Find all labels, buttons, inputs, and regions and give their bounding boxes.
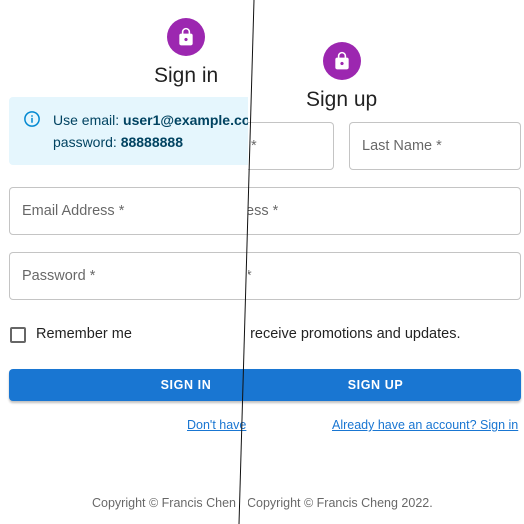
signin-panel: Sign in Use email: user1@example.co pass… xyxy=(0,0,248,524)
signup-avatar xyxy=(323,42,361,80)
remember-me-checkbox[interactable] xyxy=(10,327,26,343)
alert-email-line: Use email: user1@example.co xyxy=(53,112,248,128)
signup-button[interactable]: SIGN UP xyxy=(230,369,521,401)
signup-title: Sign up xyxy=(306,88,378,111)
signin-copyright: Copyright © Francis Chen xyxy=(92,496,236,510)
lock-icon xyxy=(179,27,193,46)
first-name-label: * xyxy=(251,138,257,154)
promotions-label: o receive promotions and updates. xyxy=(238,326,461,342)
lock-icon xyxy=(335,51,349,70)
signin-avatar xyxy=(167,18,205,56)
credentials-alert: Use email: user1@example.co password: 88… xyxy=(9,97,248,165)
signup-email-field[interactable]: ess * xyxy=(230,187,521,235)
alert-password-value: 88888888 xyxy=(120,134,183,150)
signup-link[interactable]: Don't have xyxy=(187,418,246,432)
last-name-label: Last Name * xyxy=(362,138,442,154)
signin-password-label: Password * xyxy=(22,268,96,284)
signup-email-label: ess * xyxy=(246,203,279,219)
last-name-field[interactable]: Last Name * xyxy=(349,122,521,170)
signin-email-label: Email Address * xyxy=(22,203,125,219)
signin-link[interactable]: Already have an account? Sign in xyxy=(332,418,518,432)
alert-password-line: password: 88888888 xyxy=(53,134,183,150)
remember-me-label: Remember me xyxy=(36,326,132,342)
signin-button[interactable]: SIGN IN xyxy=(9,369,248,401)
alert-password-prefix: password: xyxy=(53,134,121,150)
signin-title: Sign in xyxy=(154,64,219,87)
signup-copyright: Copyright © Francis Cheng 2022. xyxy=(247,496,433,510)
alert-email-prefix: Use email: xyxy=(53,112,124,128)
signin-email-field[interactable]: Email Address * xyxy=(9,187,248,235)
alert-email-value: user1@example.co xyxy=(123,112,248,128)
signin-password-field[interactable]: Password * xyxy=(9,252,248,300)
signup-password-field[interactable]: * xyxy=(230,252,521,300)
info-icon xyxy=(24,111,40,127)
